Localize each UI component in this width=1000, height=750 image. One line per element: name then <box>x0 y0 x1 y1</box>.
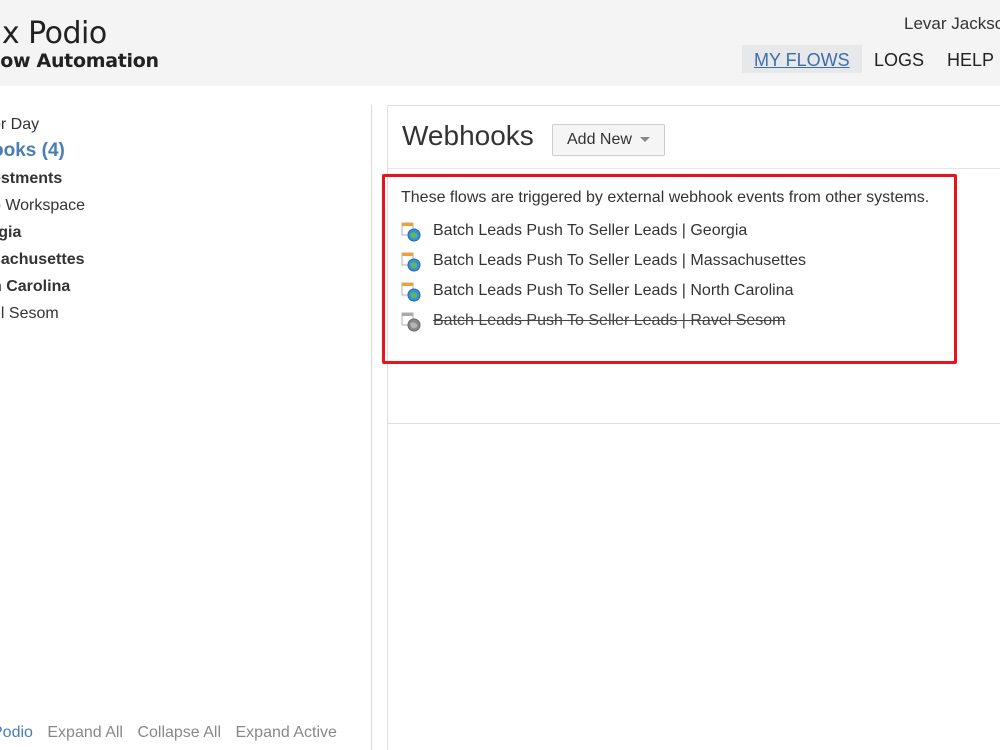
sidebar-item-north-carolina[interactable]: h Carolina <box>0 278 70 296</box>
podio-link[interactable]: Podio <box>0 724 33 741</box>
sidebar-footer: Podio Expand All Collapse All Expand Act… <box>0 724 347 742</box>
sidebar-divider[interactable] <box>371 105 372 750</box>
expand-active-link[interactable]: Expand Active <box>236 724 337 741</box>
logo-title[interactable]: ix Podio <box>0 16 107 51</box>
page-title: Webhooks <box>402 120 534 151</box>
sidebar: or Day ooks (4) estments o Workspace rgi… <box>0 105 370 750</box>
nav-my-flows[interactable]: MY FLOWS <box>742 45 862 73</box>
add-new-label: Add New <box>567 131 632 148</box>
expand-all-link[interactable]: Expand All <box>47 724 123 741</box>
sidebar-item-massachusettes[interactable]: sachusettes <box>0 251 85 269</box>
user-name[interactable]: Levar Jackso <box>904 14 1000 34</box>
caret-down-icon <box>639 137 650 143</box>
collapse-all-link[interactable]: Collapse All <box>137 724 221 741</box>
sidebar-item-workspace[interactable]: o Workspace <box>0 197 85 215</box>
sidebar-item-ravel-sesom[interactable]: el Sesom <box>0 305 59 323</box>
nav-logs[interactable]: LOGS <box>874 45 924 73</box>
nav-help[interactable]: HELP <box>947 45 994 73</box>
content-lower-area <box>387 422 1000 750</box>
app-header: ix Podio low Automation Levar Jackso MY … <box>0 0 1000 86</box>
add-new-button[interactable]: Add New <box>552 124 665 156</box>
sidebar-item-investments[interactable]: estments <box>0 170 62 188</box>
sidebar-item-georgia[interactable]: rgia <box>0 224 21 242</box>
panel-divider <box>388 168 1000 169</box>
annotation-highlight-box <box>382 174 957 364</box>
logo-subtitle[interactable]: low Automation <box>0 50 159 72</box>
sidebar-item-day[interactable]: or Day <box>0 116 39 134</box>
sidebar-item-webhooks[interactable]: ooks (4) <box>0 140 65 162</box>
